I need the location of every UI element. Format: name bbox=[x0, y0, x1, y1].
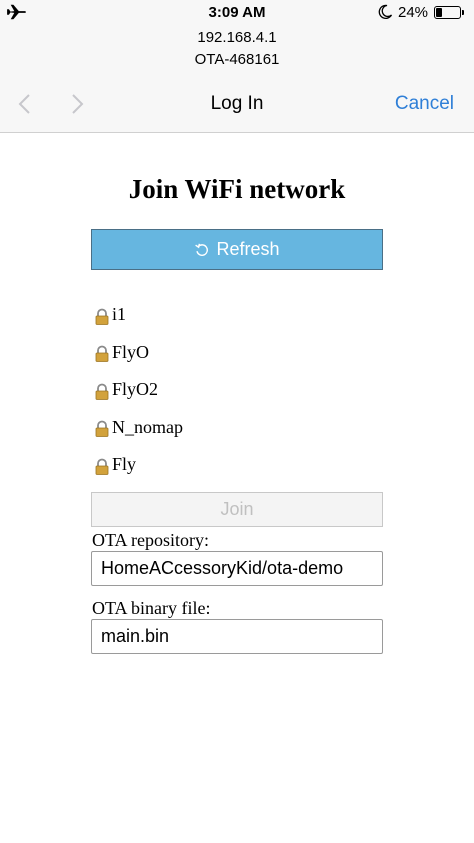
network-name: Fly bbox=[112, 454, 137, 475]
network-name: FlyO2 bbox=[112, 379, 159, 400]
network-item[interactable]: N_nomap bbox=[94, 409, 384, 447]
moon-icon bbox=[378, 4, 393, 19]
join-button[interactable]: Join bbox=[91, 492, 383, 527]
status-bar: 3:09 AM 24% bbox=[0, 0, 474, 26]
battery-percent: 24% bbox=[398, 4, 429, 21]
lock-icon bbox=[95, 308, 109, 325]
lock-icon bbox=[95, 420, 109, 438]
network-list: i1 FlyO FlyO2 N_nomap Fly bbox=[94, 296, 384, 484]
battery-icon bbox=[434, 6, 461, 19]
lock-icon bbox=[95, 383, 109, 400]
lock-icon bbox=[95, 458, 109, 475]
network-item[interactable]: FlyO bbox=[94, 334, 384, 372]
binary-label: OTA binary file: bbox=[92, 598, 211, 618]
refresh-label: Refresh bbox=[216, 239, 280, 259]
refresh-button[interactable]: Refresh bbox=[91, 229, 383, 270]
network-ssid: OTA-468161 bbox=[194, 51, 280, 68]
repo-label: OTA repository: bbox=[92, 530, 210, 550]
lock-icon bbox=[95, 345, 109, 363]
network-item[interactable]: i1 bbox=[94, 296, 384, 334]
refresh-icon bbox=[195, 243, 209, 256]
page-host: 192.168.4.1 bbox=[197, 29, 277, 46]
network-item[interactable]: Fly bbox=[94, 446, 384, 484]
repo-input[interactable] bbox=[91, 551, 383, 586]
cancel-button[interactable]: Cancel bbox=[395, 93, 454, 115]
network-name: FlyO bbox=[112, 341, 150, 362]
battery-tip bbox=[462, 10, 464, 15]
page-title: Join WiFi network bbox=[128, 174, 346, 204]
binary-input[interactable] bbox=[91, 619, 383, 654]
network-name: i1 bbox=[112, 304, 127, 325]
network-name: N_nomap bbox=[112, 416, 183, 437]
battery-fill bbox=[436, 8, 442, 17]
network-item[interactable]: FlyO2 bbox=[94, 371, 384, 409]
